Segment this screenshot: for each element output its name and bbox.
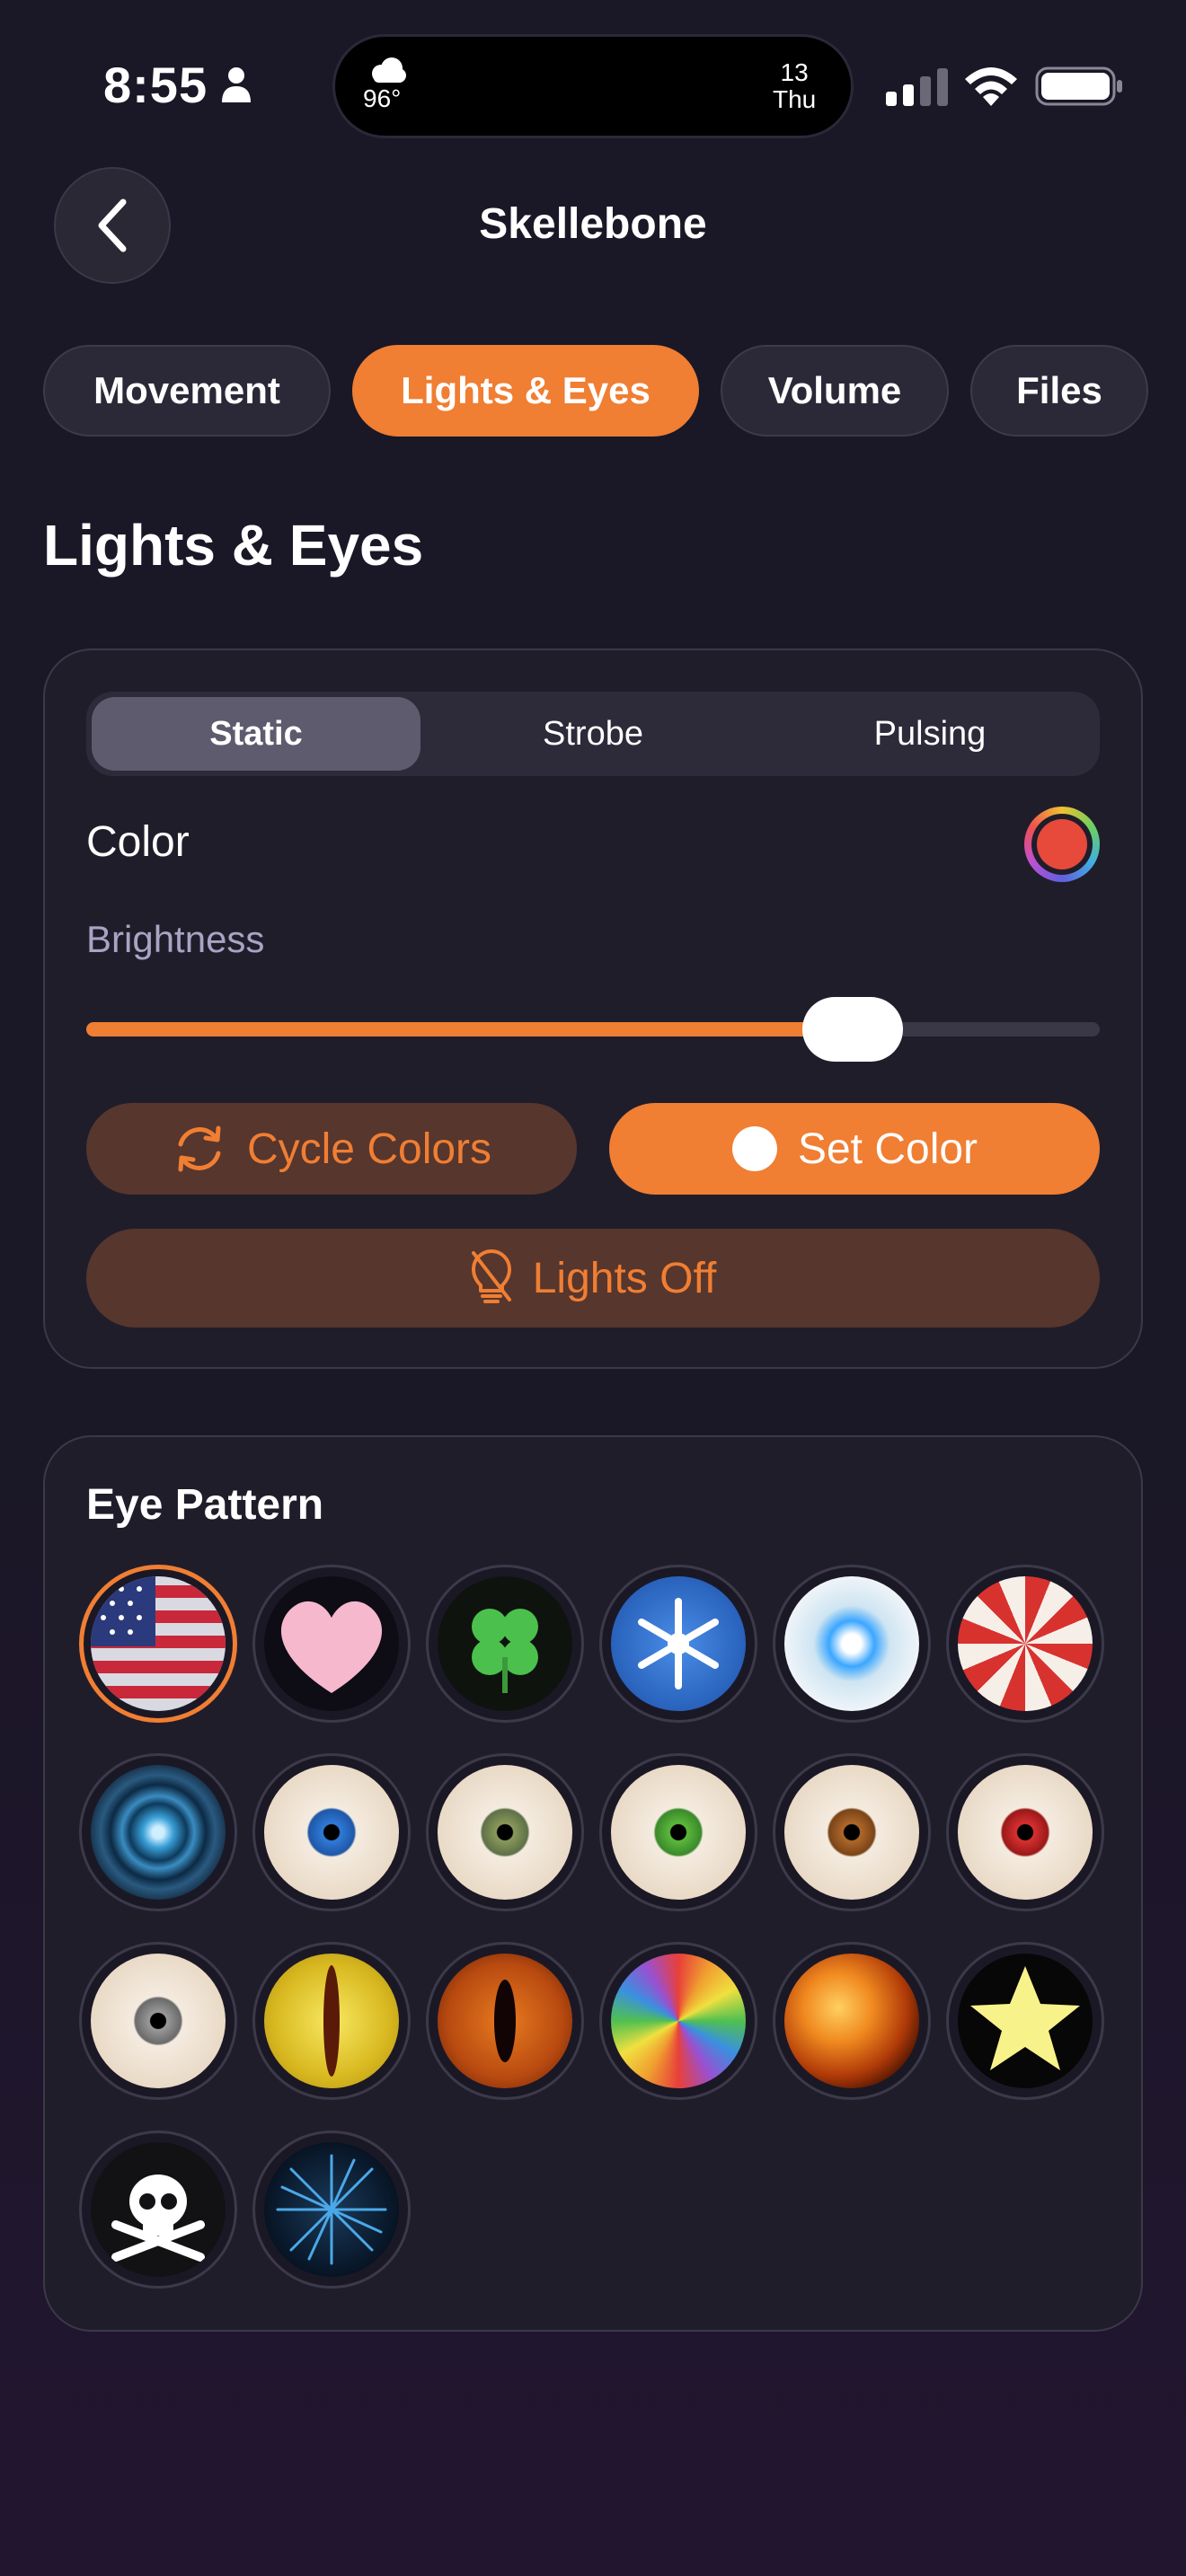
lights-off-label: Lights Off [532, 1254, 717, 1302]
person-icon [222, 67, 251, 102]
cycle-colors-button[interactable]: Cycle Colors [86, 1103, 577, 1195]
eye-pattern-skull-and-crossbones[interactable] [79, 2130, 237, 2289]
orange-cat-eye-icon [438, 1954, 572, 2088]
tab-volume[interactable]: Volume [721, 345, 949, 437]
yellow-star-icon [958, 1954, 1093, 2088]
cellular-signal-icon [886, 68, 948, 106]
pink-heart-icon [264, 1576, 399, 1711]
section-title: Lights & Eyes [43, 513, 424, 578]
skull-and-crossbones-icon [91, 2142, 226, 2277]
eye-pattern-gray-eyeball[interactable] [79, 1942, 237, 2100]
lights-off-button[interactable]: Lights Off [86, 1229, 1100, 1328]
eye-pattern-snowflake[interactable] [599, 1565, 757, 1723]
eye-pattern-yellow-star[interactable] [946, 1942, 1104, 2100]
green-eyeball-icon [611, 1765, 746, 1900]
cyber-blue-eye-icon [91, 1765, 226, 1900]
cycle-colors-label: Cycle Colors [246, 1125, 492, 1173]
calendar-weekday: Thu [773, 85, 817, 113]
snowflake-icon [611, 1576, 746, 1711]
blue-fireworks-icon [264, 2142, 399, 2277]
eye-pattern-ice-blue-eye[interactable] [773, 1565, 931, 1723]
brightness-slider[interactable] [86, 1022, 1100, 1037]
tab-movement[interactable]: Movement [43, 345, 331, 437]
mode-pulsing[interactable]: Pulsing [766, 697, 1094, 771]
four-leaf-clover-icon [438, 1576, 572, 1711]
set-color-label: Set Color [797, 1125, 978, 1173]
status-time: 8:55 [103, 57, 208, 113]
filled-circle-icon [731, 1125, 778, 1172]
eye-pattern-hazel-eyeball[interactable] [426, 1753, 584, 1911]
eye-pattern-red-eyeball[interactable] [946, 1753, 1104, 1911]
brightness-slider-fill [86, 1022, 853, 1037]
fire-icon [784, 1954, 919, 2088]
light-mode-selector: Static Strobe Pulsing [86, 692, 1100, 776]
yellow-cat-eye-icon [264, 1954, 399, 2088]
color-label: Color [86, 818, 190, 866]
cycle-icon [172, 1121, 227, 1177]
eye-pattern-orange-cat-eye[interactable] [426, 1942, 584, 2100]
mode-strobe[interactable]: Strobe [429, 697, 757, 771]
cloud-icon [372, 57, 406, 83]
wifi-icon [965, 67, 1017, 106]
eye-pattern-title: Eye Pattern [86, 1481, 324, 1529]
weather-temperature: 96° [363, 84, 402, 112]
selected-color-dot [1037, 819, 1087, 869]
eye-pattern-blue-eyeball[interactable] [252, 1753, 411, 1911]
rainbow-spiral-icon [611, 1954, 746, 2088]
eye-pattern-green-eyeball[interactable] [599, 1753, 757, 1911]
blue-eyeball-icon [264, 1765, 399, 1900]
gray-eyeball-icon [91, 1954, 226, 2088]
eye-pattern-pink-heart[interactable] [252, 1565, 411, 1723]
red-eyeball-icon [958, 1765, 1093, 1900]
eye-pattern-blue-fireworks[interactable] [252, 2130, 411, 2289]
lightbulb-slash-icon [470, 1249, 513, 1307]
brightness-label: Brightness [86, 918, 265, 960]
eye-pattern-american-flag[interactable] [79, 1565, 237, 1723]
tab-files[interactable]: Files [970, 345, 1148, 437]
calendar-date: 13 Thu [773, 59, 816, 113]
eye-pattern-peppermint-swirl[interactable] [946, 1565, 1104, 1723]
peppermint-swirl-icon [958, 1576, 1093, 1711]
eye-pattern-cyber-blue-eye[interactable] [79, 1753, 237, 1911]
mode-static[interactable]: Static [92, 697, 420, 771]
color-picker-button[interactable] [1024, 807, 1100, 882]
tab-lights-eyes[interactable]: Lights & Eyes [352, 345, 699, 437]
hazel-eyeball-icon [438, 1765, 572, 1900]
set-color-button[interactable]: Set Color [609, 1103, 1100, 1195]
eye-pattern-brown-eyeball[interactable] [773, 1753, 931, 1911]
eye-pattern-rainbow-spiral[interactable] [599, 1942, 757, 2100]
page-title: Skellebone [479, 200, 707, 248]
ice-blue-eye-icon [784, 1576, 919, 1711]
american-flag-icon [91, 1576, 226, 1711]
calendar-day: 13 [780, 58, 809, 86]
eye-pattern-yellow-cat-eye[interactable] [252, 1942, 411, 2100]
eye-pattern-four-leaf-clover[interactable] [426, 1565, 584, 1723]
battery-icon [1035, 66, 1122, 106]
brown-eyeball-icon [784, 1765, 919, 1900]
brightness-slider-thumb[interactable] [801, 997, 903, 1062]
eye-pattern-fire[interactable] [773, 1942, 931, 2100]
